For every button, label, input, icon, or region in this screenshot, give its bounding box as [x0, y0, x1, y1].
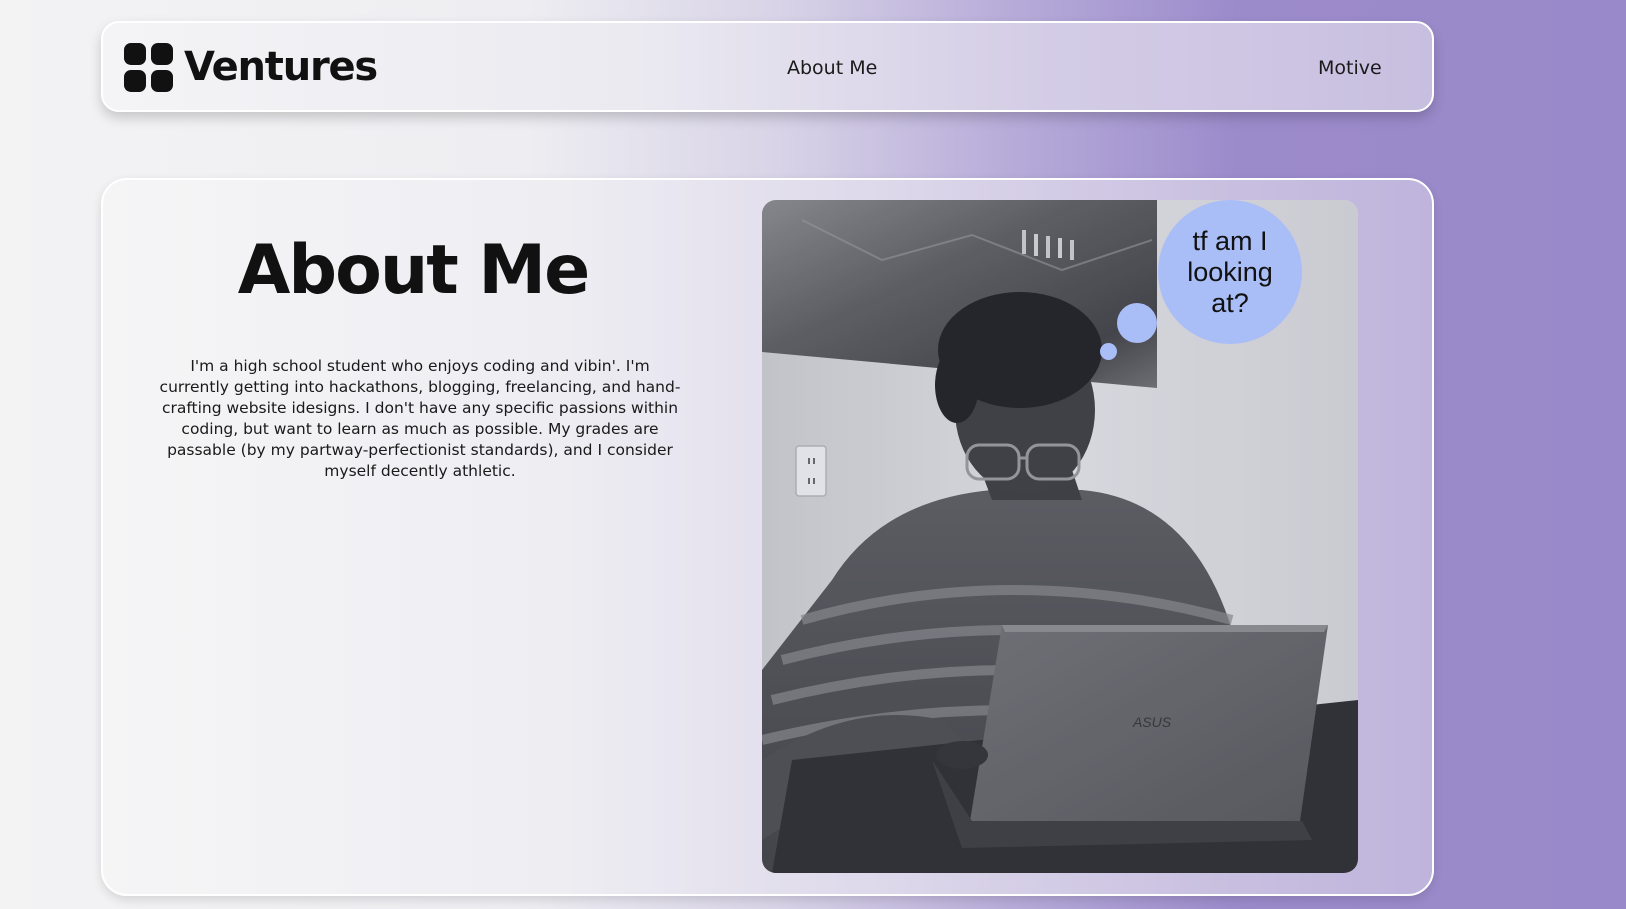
thought-bubble-small-dot [1100, 343, 1117, 360]
nav-link-motive[interactable]: Motive [1318, 56, 1382, 80]
top-navbar: Ventures About Me Motive [101, 21, 1434, 112]
brand-logo[interactable]: Ventures [124, 40, 378, 94]
brand-name: Ventures [184, 44, 378, 90]
four-squares-logo-icon [124, 42, 173, 92]
nav-link-about-me[interactable]: About Me [787, 56, 877, 80]
page-title: About Me [237, 231, 590, 310]
about-description: I'm a high school student who enjoys cod… [159, 357, 681, 480]
thought-bubble-medium-dot [1117, 303, 1157, 343]
thought-bubble-text: tf am I looking at? [1187, 225, 1273, 318]
thought-bubble: tf am I looking at? [1158, 200, 1302, 344]
